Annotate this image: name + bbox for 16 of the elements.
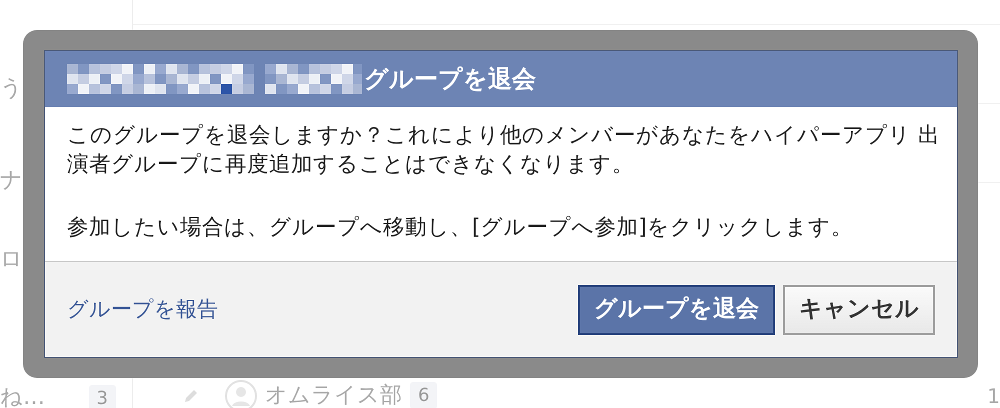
- sidebar-item[interactable]: う: [0, 76, 23, 102]
- dialog-title: グループを退会: [364, 64, 536, 95]
- sidebar-item[interactable]: ロ: [0, 246, 23, 274]
- pencil-icon[interactable]: [183, 388, 199, 404]
- count-badge: 3: [88, 385, 116, 408]
- message-text: このグループを退会しますか？これにより他のメンバーがあなたをハイパーアプリ 出演者グループに再度追加することはできなくなります。: [67, 122, 941, 179]
- count-badge: 6: [410, 382, 438, 408]
- leave-group-button[interactable]: グループを退会: [578, 284, 775, 334]
- count-label: 1: [987, 382, 1000, 408]
- sidebar-item[interactable]: ね…: [0, 385, 45, 408]
- message-text: 参加したい場合は、グループへ移動し、[グループへ参加]をクリックします。: [67, 214, 854, 242]
- group-name[interactable]: オムライス部: [265, 379, 402, 408]
- cancel-button[interactable]: キャンセル: [783, 284, 935, 334]
- sidebar-item[interactable]: ナ: [0, 168, 23, 195]
- report-group-link[interactable]: グループを報告: [67, 294, 218, 326]
- group-avatar-icon: [225, 380, 257, 408]
